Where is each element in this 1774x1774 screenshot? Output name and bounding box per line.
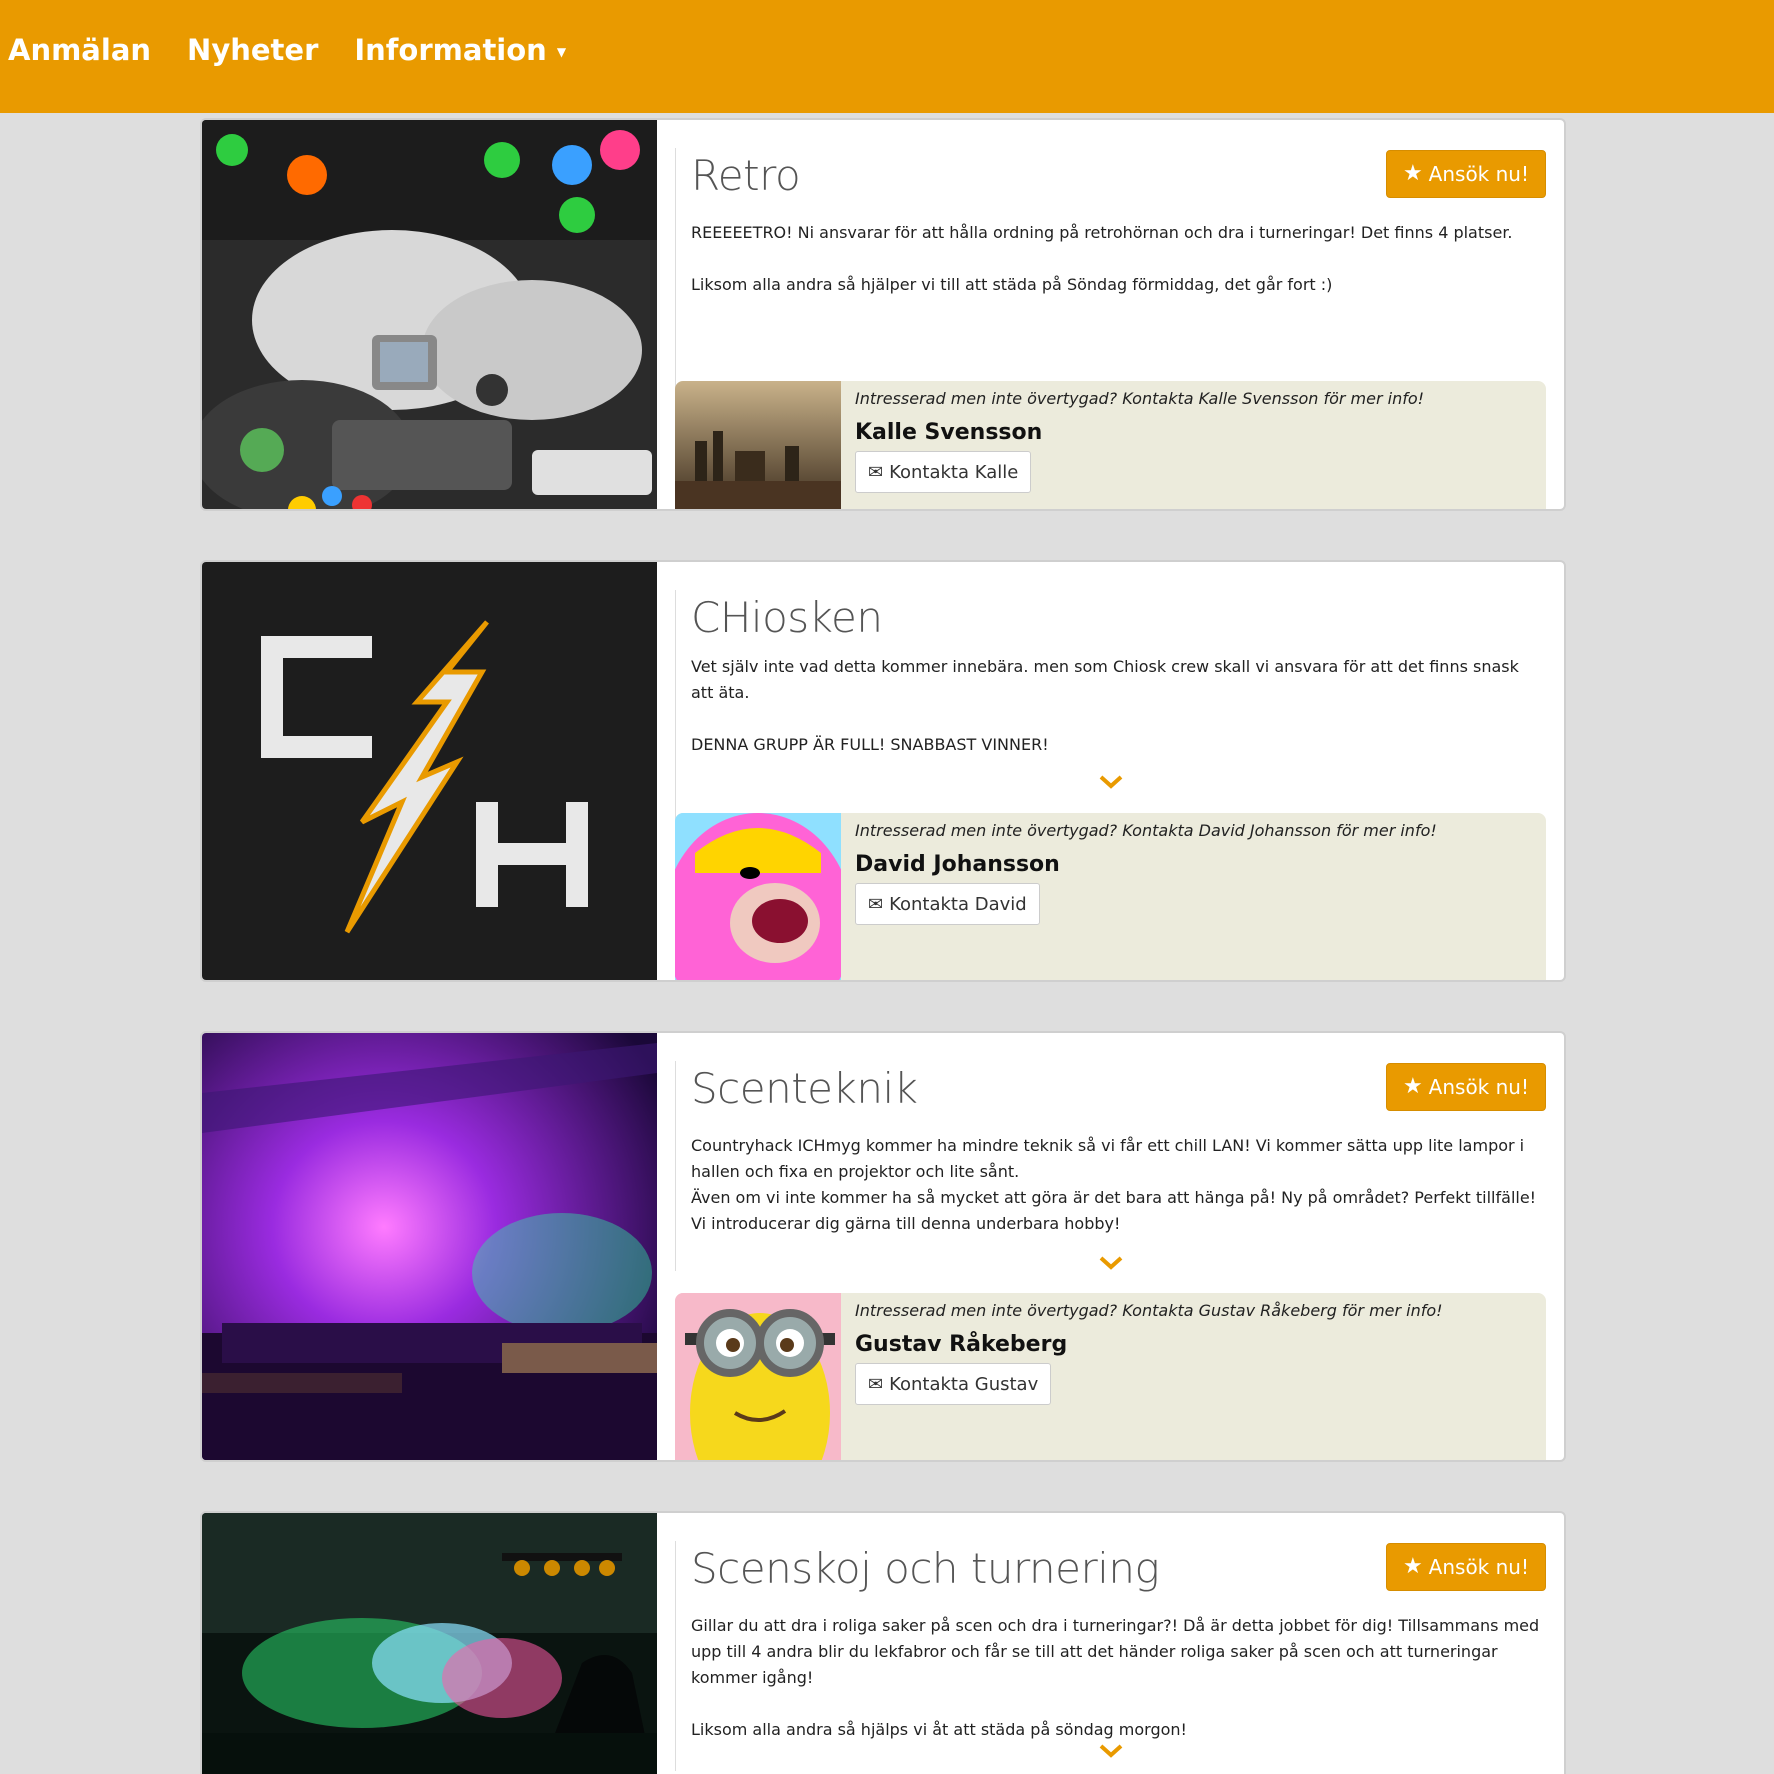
envelope-icon: ✉ (868, 1373, 884, 1395)
team-card-chiosken: CHiosken Vet själv inte vad detta kommer… (200, 560, 1566, 982)
contact-button[interactable]: ✉ Kontakta David (855, 883, 1040, 925)
team-description: Gillar du att dra i roliga saker på scen… (691, 1616, 1540, 1739)
apply-button-label: Ansök nu! (1428, 1555, 1529, 1579)
nav-anmalan[interactable]: Anmälan (8, 33, 151, 67)
contact-name: David Johansson (855, 852, 1060, 877)
team-card-scenteknik: Scenteknik Countryhack ICHmyg kommer ha … (200, 1031, 1566, 1462)
team-card-body: Scenteknik Countryhack ICHmyg kommer ha … (657, 1033, 1564, 1460)
star-icon: ★ (1402, 1074, 1423, 1099)
nav-nyheter[interactable]: Nyheter (187, 33, 318, 67)
star-icon: ★ (1402, 1554, 1423, 1579)
team-title: CHiosken (691, 593, 883, 642)
contact-name: Kalle Svensson (855, 420, 1043, 445)
contact-box: Intresserad men inte övertygad? Kontakta… (675, 813, 1546, 980)
team-card-body: Retro REEEEETRO! Ni ansvarar för att hål… (657, 120, 1564, 509)
team-description: REEEEETRO! Ni ansvarar för att hålla ord… (691, 223, 1513, 294)
apply-button[interactable]: ★ Ansök nu! (1385, 1543, 1546, 1591)
chevron-down-icon[interactable] (1099, 1739, 1123, 1764)
caret-down-icon: ▼ (556, 44, 567, 59)
nav-nyheter-label: Nyheter (187, 32, 319, 67)
contact-name: Gustav Råkeberg (855, 1332, 1068, 1357)
contact-info: Intresserad men inte övertygad? Kontakta… (855, 389, 1424, 493)
apply-button[interactable]: ★ Ansök nu! (1385, 150, 1546, 198)
retro-controllers-image (202, 120, 657, 509)
star-icon: ★ (1402, 161, 1423, 186)
contact-button[interactable]: ✉ Kontakta Gustav (855, 1363, 1052, 1405)
contact-button-label: Kontakta David (889, 893, 1027, 915)
team-description: Countryhack ICHmyg kommer ha mindre tekn… (691, 1136, 1537, 1233)
chevron-down-icon[interactable] (1099, 770, 1123, 795)
apply-button-label: Ansök nu! (1428, 162, 1529, 186)
envelope-icon: ✉ (868, 893, 884, 915)
contact-avatar (675, 381, 841, 509)
contact-box: Intresserad men inte övertygad? Kontakta… (675, 1293, 1546, 1460)
contact-avatar (675, 1293, 841, 1460)
apply-button[interactable]: ★ Ansök nu! (1385, 1063, 1546, 1111)
team-card-retro: Retro REEEEETRO! Ni ansvarar för att hål… (200, 118, 1566, 511)
team-description: Vet själv inte vad detta kommer innebära… (691, 657, 1519, 754)
envelope-icon: ✉ (868, 461, 884, 483)
contact-box: Intresserad men inte övertygad? Kontakta… (675, 381, 1546, 509)
top-navbar: Anmälan Nyheter Information ▼ (0, 0, 1774, 113)
stage-lights-image (202, 1513, 657, 1774)
contact-button[interactable]: ✉ Kontakta Kalle (855, 451, 1032, 493)
contact-button-label: Kontakta Kalle (889, 461, 1019, 483)
lan-hall-image (202, 1033, 657, 1460)
chevron-down-icon[interactable] (1099, 1251, 1123, 1276)
contact-info: Intresserad men inte övertygad? Kontakta… (855, 821, 1437, 925)
contact-avatar (675, 813, 841, 980)
contact-info: Intresserad men inte övertygad? Kontakta… (855, 1301, 1443, 1405)
nav-information-label: Information (354, 32, 547, 67)
contact-intro: Intresserad men inte övertygad? Kontakta… (855, 1301, 1443, 1320)
contact-button-label: Kontakta Gustav (889, 1373, 1039, 1395)
nav-anmalan-label: Anmälan (8, 32, 152, 67)
contact-intro: Intresserad men inte övertygad? Kontakta… (855, 389, 1425, 408)
nav-information-dropdown[interactable]: Information ▼ (354, 33, 566, 67)
ch-logo-image (202, 562, 657, 980)
team-card-body: CHiosken Vet själv inte vad detta kommer… (657, 562, 1564, 980)
contact-intro: Intresserad men inte övertygad? Kontakta… (855, 821, 1437, 840)
apply-button-label: Ansök nu! (1428, 1075, 1529, 1099)
team-card-scenskoj: Scenskoj och turnering Gillar du att dra… (200, 1511, 1566, 1774)
team-card-body: Scenskoj och turnering Gillar du att dra… (657, 1513, 1564, 1774)
